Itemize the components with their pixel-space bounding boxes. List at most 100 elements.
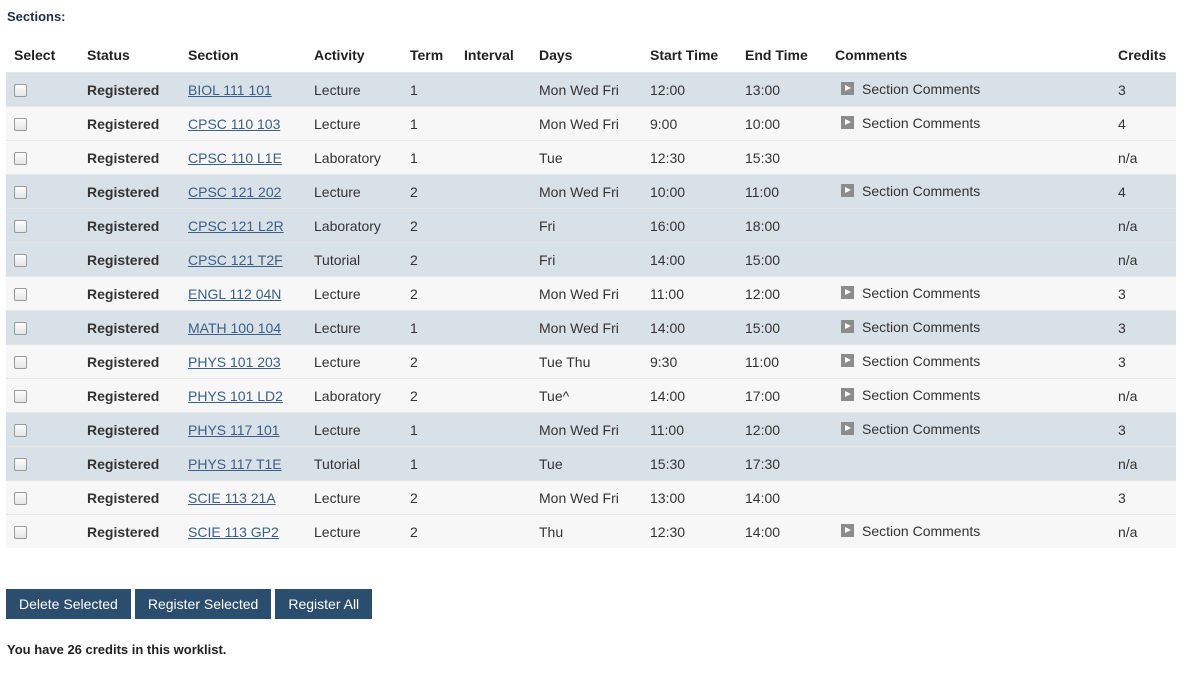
start-time-cell: 9:30: [650, 344, 745, 379]
activity-cell: Lecture: [314, 174, 410, 209]
status-cell: Registered: [87, 480, 188, 515]
select-checkbox[interactable]: [14, 287, 27, 301]
select-cell: [6, 480, 87, 515]
section-cell: SCIE 113 21A: [188, 480, 314, 515]
section-cell: PHYS 117 101: [188, 412, 314, 447]
section-link[interactable]: PHYS 101 LD2: [188, 388, 283, 404]
interval-cell: [464, 378, 539, 413]
section-comments-label: Section Comments: [862, 522, 981, 539]
section-comments-toggle[interactable]: Section Comments: [841, 319, 980, 335]
term-cell: 2: [410, 174, 464, 209]
select-cell: [6, 378, 87, 413]
section-cell: ENGL 112 04N: [188, 276, 314, 311]
end-time-cell: 15:00: [745, 242, 835, 277]
section-link[interactable]: CPSC 121 202: [188, 184, 281, 200]
start-time-cell: 12:00: [650, 72, 745, 107]
credits-cell: 3: [1118, 72, 1176, 107]
delete-selected-button[interactable]: Delete Selected: [6, 589, 131, 619]
select-cell: [6, 174, 87, 209]
col-header-end-time: End Time: [745, 47, 808, 63]
select-checkbox[interactable]: [14, 185, 27, 199]
status-cell: Registered: [87, 106, 188, 141]
section-comments-toggle[interactable]: Section Comments: [841, 387, 980, 403]
credits-cell: n/a: [1118, 446, 1176, 481]
section-comments-toggle[interactable]: Section Comments: [841, 183, 980, 199]
select-checkbox[interactable]: [14, 525, 27, 539]
select-checkbox[interactable]: [14, 355, 27, 369]
comments-cell: [835, 140, 1118, 175]
interval-cell: [464, 208, 539, 243]
table-row: Registered MATH 100 104 Lecture 1 Mon Wed Fr…: [6, 310, 1176, 345]
interval-cell: [464, 310, 539, 345]
table-row: Registered CPSC 110 103 Lecture 1 Mon Wed Fr…: [6, 106, 1176, 141]
credits-cell: 3: [1118, 412, 1176, 447]
col-header-status: Status: [87, 47, 130, 63]
select-cell: [6, 412, 87, 447]
comments-cell: [835, 208, 1118, 243]
col-header-credits: Credits: [1118, 47, 1167, 63]
table-row: Registered BIOL 111 101 Lecture 1 Mon Wed Fr…: [6, 72, 1176, 107]
col-header-comments: Comments: [835, 47, 908, 63]
credits-cell: 3: [1118, 480, 1176, 515]
section-comments-toggle[interactable]: Section Comments: [841, 81, 980, 97]
select-checkbox[interactable]: [14, 457, 27, 471]
section-link[interactable]: MATH 100 104: [188, 320, 281, 336]
section-link[interactable]: CPSC 121 L2R: [188, 218, 284, 234]
section-link[interactable]: CPSC 110 103: [188, 116, 280, 132]
section-cell: PHYS 117 T1E: [188, 446, 314, 481]
section-comments-toggle[interactable]: Section Comments: [841, 285, 980, 301]
status-cell: Registered: [87, 208, 188, 243]
section-link[interactable]: BIOL 111 101: [188, 82, 272, 98]
interval-cell: [464, 140, 539, 175]
section-cell: CPSC 110 L1E: [188, 140, 314, 175]
credits-summary: You have 26 credits in this worklist.: [7, 642, 227, 657]
col-header-select: Select: [14, 47, 56, 63]
days-cell: Tue^: [539, 378, 650, 413]
register-all-button[interactable]: Register All: [275, 589, 373, 619]
select-checkbox[interactable]: [14, 423, 27, 437]
end-time-cell: 14:00: [745, 480, 835, 515]
activity-cell: Lecture: [314, 480, 410, 515]
section-comments-toggle[interactable]: Section Comments: [841, 353, 980, 369]
days-cell: Mon Wed Fri: [539, 174, 650, 209]
select-checkbox[interactable]: [14, 117, 27, 131]
section-comments-toggle[interactable]: Section Comments: [841, 523, 980, 539]
days-cell: Fri: [539, 208, 650, 243]
select-checkbox[interactable]: [14, 491, 27, 505]
section-link[interactable]: SCIE 113 GP2: [188, 524, 279, 540]
comments-cell: Section Comments: [835, 174, 1118, 209]
section-comments-toggle[interactable]: Section Comments: [841, 115, 980, 131]
term-cell: 1: [410, 140, 464, 175]
status-cell: Registered: [87, 276, 188, 311]
section-link[interactable]: PHYS 101 203: [188, 354, 281, 370]
select-checkbox[interactable]: [14, 253, 27, 267]
comments-cell: Section Comments: [835, 276, 1118, 311]
interval-cell: [464, 480, 539, 515]
section-link[interactable]: CPSC 121 T2F: [188, 252, 283, 268]
section-link[interactable]: PHYS 117 101: [188, 422, 280, 438]
activity-cell: Lecture: [314, 514, 410, 548]
select-checkbox[interactable]: [14, 389, 27, 403]
select-checkbox[interactable]: [14, 151, 27, 165]
days-cell: Fri: [539, 242, 650, 277]
start-time-cell: 13:00: [650, 480, 745, 515]
comments-cell: [835, 480, 1118, 515]
interval-cell: [464, 72, 539, 107]
section-link[interactable]: CPSC 110 L1E: [188, 150, 282, 166]
select-checkbox[interactable]: [14, 321, 27, 335]
credits-cell: n/a: [1118, 140, 1176, 175]
section-link[interactable]: SCIE 113 21A: [188, 490, 276, 506]
register-selected-button[interactable]: Register Selected: [134, 589, 272, 619]
select-checkbox[interactable]: [14, 83, 27, 97]
section-link[interactable]: PHYS 117 T1E: [188, 456, 282, 472]
expand-arrow-icon: [841, 320, 854, 334]
col-header-section: Section: [188, 47, 239, 63]
table-row: Registered PHYS 117 T1E Tutorial 1 Tue 15:30 1…: [6, 446, 1176, 481]
credits-cell: n/a: [1118, 208, 1176, 243]
section-link[interactable]: ENGL 112 04N: [188, 286, 281, 302]
expand-arrow-icon: [841, 116, 854, 130]
expand-arrow-icon: [841, 82, 854, 96]
activity-cell: Lecture: [314, 310, 410, 345]
section-comments-toggle[interactable]: Section Comments: [841, 421, 980, 437]
select-checkbox[interactable]: [14, 219, 27, 233]
